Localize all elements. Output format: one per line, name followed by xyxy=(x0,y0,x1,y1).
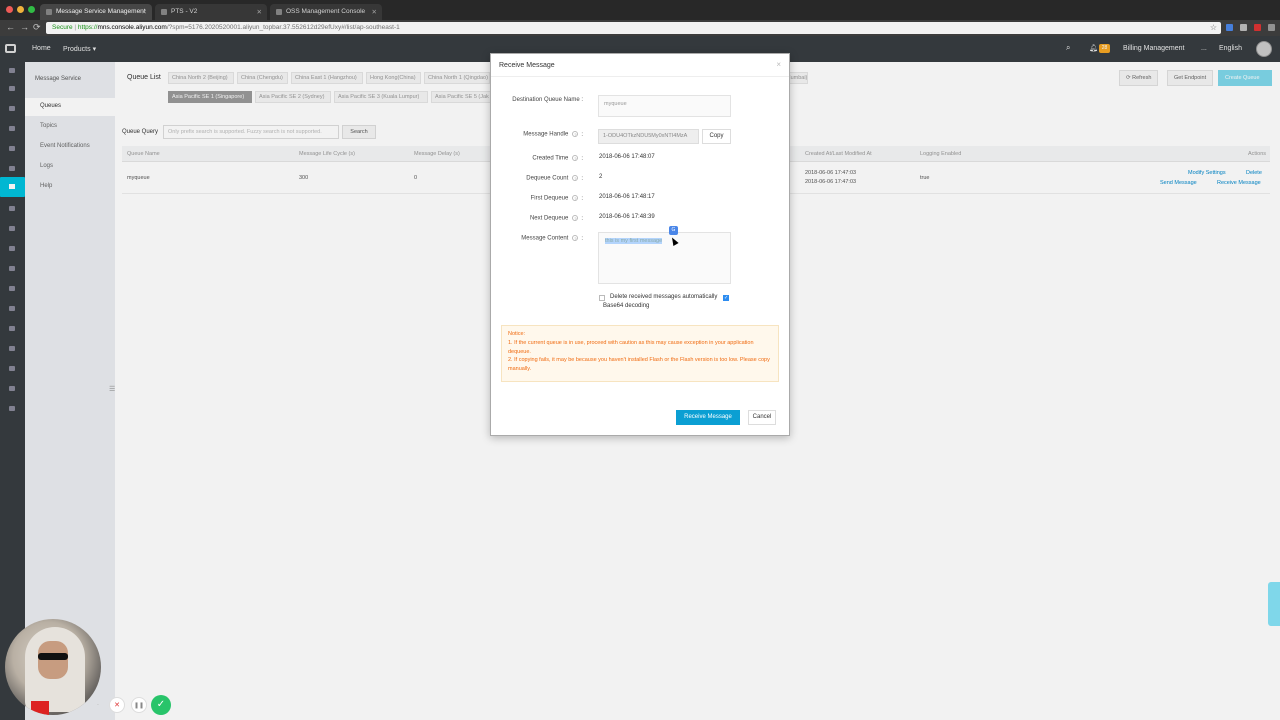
help-icon[interactable]: ? xyxy=(572,195,579,201)
message-handle-label: Message Handle?: xyxy=(523,131,583,138)
close-icon[interactable]: × xyxy=(776,60,781,69)
notice-line-2: 2. If copying fails, it may be because y… xyxy=(508,357,770,373)
feedback-tab[interactable] xyxy=(1268,582,1280,626)
message-handle-field[interactable]: 1-ODU4OTkzNDU5My0xNTI4MzA xyxy=(598,129,699,144)
translate-icon[interactable]: G xyxy=(669,226,678,235)
help-icon[interactable]: ? xyxy=(572,155,579,161)
created-time-label: Created Time?: xyxy=(532,155,583,162)
notice-box: Notice: 1. If the current queue is in us… xyxy=(501,325,779,382)
created-time-value: 2018-06-06 17:48:07 xyxy=(599,154,655,160)
webcam-overlay xyxy=(5,619,101,715)
pause-icon[interactable]: ❚❚ xyxy=(131,697,147,713)
next-dequeue-value: 2018-06-06 17:48:39 xyxy=(599,214,655,220)
receive-message-button[interactable]: Receive Message xyxy=(676,410,740,425)
message-content-label: Message Content?: xyxy=(521,235,583,242)
delete-auto-checkbox[interactable] xyxy=(599,295,605,301)
first-dequeue-value: 2018-06-06 17:48:17 xyxy=(599,194,655,200)
cancel-button[interactable]: Cancel xyxy=(748,410,776,425)
copy-button[interactable]: Copy xyxy=(702,129,731,144)
help-icon[interactable]: ? xyxy=(572,175,579,181)
help-icon[interactable]: ? xyxy=(572,215,579,221)
queue-name-label: Destination Queue Name : xyxy=(512,97,583,103)
dialog-title: Receive Message xyxy=(499,62,555,69)
help-icon[interactable]: ? xyxy=(572,131,579,137)
stop-recording-icon[interactable]: ✕ xyxy=(109,697,125,713)
divider xyxy=(491,76,789,77)
help-icon[interactable]: ? xyxy=(572,235,579,241)
receive-message-dialog: Receive Message × Destination Queue Name… xyxy=(490,53,790,436)
dequeue-count-value: 2 xyxy=(599,174,603,180)
next-dequeue-label: Next Dequeue?: xyxy=(529,215,583,222)
selected-message-text: this is my first message xyxy=(605,238,663,244)
notice-title: Notice: xyxy=(508,331,526,337)
destination-queue-value: myqueue xyxy=(604,101,627,107)
message-content-field[interactable]: this is my first message xyxy=(598,232,731,284)
done-check-icon[interactable]: ✓ xyxy=(151,695,171,715)
base64-label: Base64 decoding xyxy=(603,303,650,309)
first-dequeue-label: First Dequeue?: xyxy=(530,195,583,202)
notice-line-1: 1. If the current queue is in use, proce… xyxy=(508,339,754,355)
dequeue-count-label: Dequeue Count?: xyxy=(526,175,583,182)
base64-checkbox[interactable]: ✓ xyxy=(723,295,729,301)
delete-auto-label: Delete received messages automatically xyxy=(610,294,718,300)
dot-icon[interactable]: · xyxy=(90,697,106,713)
destination-queue-field: myqueue xyxy=(598,95,731,117)
